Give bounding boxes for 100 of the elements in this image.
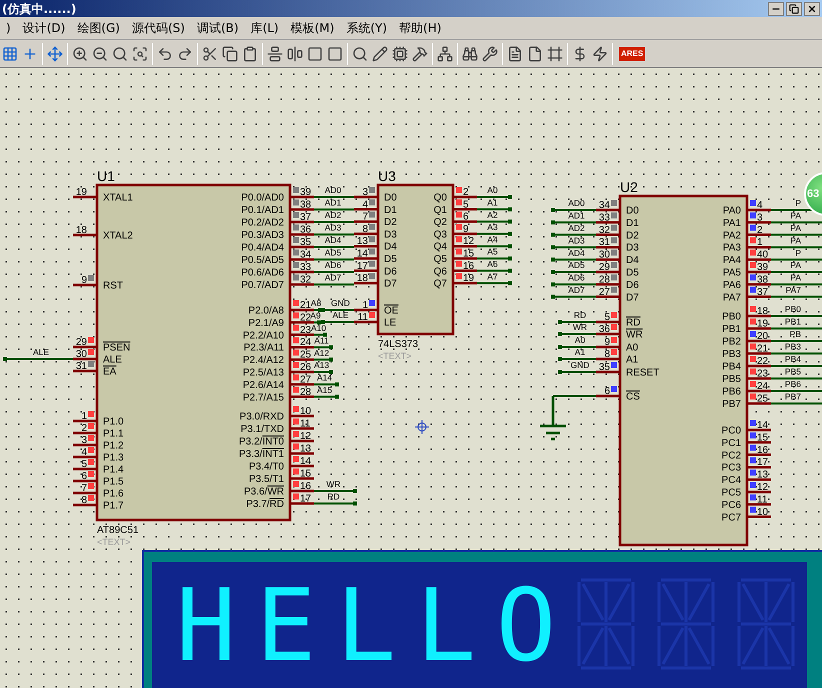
- menu-item[interactable]: 设计(D): [16, 22, 72, 34]
- pin-number: 16: [463, 260, 474, 272]
- pin-number: 27: [300, 374, 312, 386]
- pin-label: RST: [103, 280, 123, 292]
- pin-number: 32: [598, 224, 610, 236]
- menu-item[interactable]: 源代码(S): [126, 22, 191, 34]
- net-label: AD6: [324, 260, 342, 270]
- pin-number: 4: [757, 200, 763, 211]
- pin-label: P1.0: [103, 416, 124, 428]
- pin-label: ALE: [103, 354, 122, 366]
- pin-label: P2.6/A14: [242, 380, 284, 391]
- pin-number: 31: [76, 361, 87, 372]
- pin-number: 15: [300, 468, 312, 480]
- pin-label: P0.1/AD1: [241, 205, 284, 216]
- net-label: PA: [790, 272, 801, 283]
- net-label: A2: [487, 210, 498, 220]
- pin-label: P2.1/A9: [248, 318, 284, 329]
- pin-number: 2: [757, 224, 763, 236]
- net-label: RD: [327, 492, 340, 502]
- pin-number: 33: [300, 262, 312, 273]
- net-label: A14: [316, 372, 332, 383]
- net-label: A3: [487, 222, 498, 232]
- pin-number: 2: [463, 187, 469, 198]
- pin-number: 34: [598, 200, 610, 211]
- menu-item[interactable]: 系统(Y): [340, 22, 394, 34]
- pin-number: 24: [300, 337, 312, 348]
- pin-number: 30: [76, 349, 87, 360]
- pin-label: P0.5/AD5: [241, 255, 284, 266]
- display-digit: E: [256, 576, 316, 676]
- chip-reference: U3: [378, 168, 396, 184]
- net-label: A15: [316, 385, 332, 395]
- pin-number: 9: [604, 337, 610, 348]
- pin-number: 3: [757, 212, 763, 224]
- pin-label: PB3: [722, 349, 741, 360]
- pin-label: Q0: [434, 192, 447, 204]
- net-label: A9: [310, 310, 321, 321]
- pin-number: 25: [300, 350, 312, 361]
- pin-label: XTAL2: [103, 230, 133, 242]
- pin-label: P0.3/AD3: [241, 230, 284, 241]
- pin-number: 39: [300, 187, 312, 198]
- pin-label: P3.4/T0: [248, 462, 284, 472]
- pin-number: 34: [300, 250, 312, 260]
- pin-label: PB4: [722, 362, 741, 372]
- pin-label: P1.7: [103, 500, 124, 512]
- net-label: A13: [314, 360, 330, 370]
- pin-label: PC4: [722, 475, 741, 486]
- net-label: AD5: [324, 248, 342, 258]
- pin-label: PB2: [722, 336, 741, 348]
- pin-label: P0.2/AD2: [241, 218, 284, 228]
- pin-label: D0: [384, 192, 397, 204]
- pin-number: 7: [362, 212, 368, 223]
- pin-label: D0: [626, 206, 639, 216]
- pin-label: P1.4: [103, 464, 124, 476]
- pin-label: P2.5/A13: [242, 368, 284, 378]
- pin-number: 26: [300, 362, 312, 373]
- menu-item[interactable]: 模板(M): [284, 22, 340, 34]
- pin-number: 1: [757, 237, 763, 248]
- pin-number: 1: [81, 411, 87, 422]
- pin-number: 9: [463, 224, 469, 235]
- pin-number: 23: [300, 324, 312, 336]
- net-label: PB0: [784, 304, 801, 314]
- pin-number: 17: [300, 494, 312, 504]
- net-label: AD7: [324, 272, 342, 283]
- pin-number: 3: [81, 435, 87, 446]
- pin-label: PB6: [722, 386, 741, 398]
- pin-label: P0.0/AD0: [241, 192, 284, 204]
- menu-item[interactable]: ): [0, 22, 17, 34]
- pin-label: PB0: [722, 312, 741, 322]
- pin-label: P0.7/AD7: [241, 280, 284, 291]
- menu-item[interactable]: 库(L): [244, 22, 285, 34]
- net-label: PB7: [784, 392, 801, 402]
- pin-number: 12: [757, 482, 768, 493]
- menu-item[interactable]: 帮助(H): [393, 22, 448, 34]
- pin-label: PC6: [722, 500, 741, 511]
- display-digit: O: [496, 576, 556, 676]
- net-label: PA: [790, 223, 801, 233]
- pin-number: 6: [604, 386, 610, 397]
- pin-label: P3.2/INT0: [238, 436, 284, 448]
- pin-number: 29: [76, 337, 87, 348]
- net-label: ALE: [32, 347, 50, 358]
- pin-number: 30: [598, 250, 610, 261]
- net-label: AD0: [324, 185, 342, 196]
- pin-number: 18: [757, 306, 768, 317]
- net-label: P: [795, 198, 801, 208]
- menu-item[interactable]: 绘图(G): [71, 22, 126, 34]
- pin-number: 13: [300, 444, 312, 454]
- pin-label: P3.6/WR: [244, 486, 284, 498]
- pin-number: 3: [362, 187, 368, 198]
- ares-logo[interactable]: ARES: [619, 46, 646, 60]
- pin-number: 8: [81, 495, 87, 506]
- pin-number: 21: [300, 300, 312, 311]
- pin-label: Q1: [434, 204, 447, 216]
- pin-label: P1.3: [103, 452, 124, 464]
- net-label: PB4: [784, 354, 801, 364]
- net-label: A0: [574, 335, 586, 346]
- net-label: AD5: [568, 260, 585, 270]
- pin-label: P0.6/AD6: [241, 268, 284, 278]
- pin-label: D6: [626, 280, 639, 291]
- menu-item[interactable]: 调试(B): [190, 22, 245, 34]
- pin-label: LE: [384, 318, 396, 328]
